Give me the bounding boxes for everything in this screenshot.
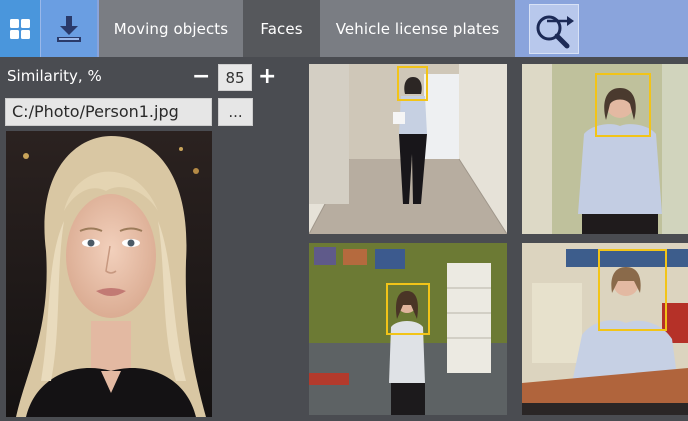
similarity-value-field[interactable]: 85 bbox=[218, 64, 252, 91]
tab-faces[interactable]: Faces bbox=[243, 0, 320, 57]
tab-vehicle-license-plates-label: Vehicle license plates bbox=[335, 19, 500, 38]
tab-moving-objects[interactable]: Moving objects bbox=[99, 0, 243, 57]
tab-faces-label: Faces bbox=[260, 19, 303, 38]
grid-icon bbox=[10, 18, 30, 39]
result-camera-2[interactable] bbox=[522, 64, 688, 234]
reference-photo bbox=[6, 131, 212, 417]
similarity-increase-button[interactable]: + bbox=[258, 64, 276, 90]
similarity-decrease-button[interactable]: − bbox=[192, 64, 210, 90]
search-arrow-icon bbox=[536, 15, 574, 49]
browse-button[interactable]: ... bbox=[218, 98, 253, 126]
export-button[interactable] bbox=[40, 0, 97, 57]
download-icon bbox=[57, 15, 81, 42]
layout-grid-button[interactable] bbox=[0, 0, 40, 57]
file-path-field[interactable]: C:/Photo/Person1.jpg bbox=[5, 98, 212, 126]
tab-vehicle-license-plates[interactable]: Vehicle license plates bbox=[320, 0, 515, 57]
result-camera-3[interactable] bbox=[309, 243, 507, 415]
result-camera-1[interactable] bbox=[309, 64, 507, 234]
toolbar: Moving objects Faces Vehicle license pla… bbox=[0, 0, 688, 57]
search-button[interactable] bbox=[529, 4, 579, 54]
result-camera-4[interactable] bbox=[522, 243, 688, 415]
tab-moving-objects-label: Moving objects bbox=[113, 19, 229, 38]
similarity-label: Similarity, % bbox=[7, 67, 102, 85]
